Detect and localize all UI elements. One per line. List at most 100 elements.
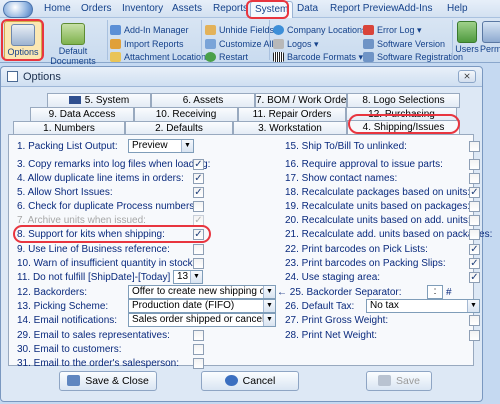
picking-scheme-select[interactable]: Production date (FIFO) ▼ — [128, 299, 276, 313]
logos-button[interactable]: Logos ▾ — [273, 38, 319, 50]
packing-list-output-select[interactable]: Preview ▼ — [128, 139, 194, 153]
email-sales-reps-checkbox[interactable] — [193, 330, 204, 341]
barcodes-packing-slips-checkbox[interactable]: ✓ — [469, 258, 480, 269]
duplicate-process-checkbox[interactable] — [193, 201, 204, 212]
barcodes-pick-lists-label: 22. Print barcodes on Pick Lists: — [285, 244, 428, 255]
tab-label: 5. System — [84, 95, 130, 106]
close-button[interactable]: ⨯ — [458, 70, 476, 83]
addin-manager-button[interactable]: Add-In Manager — [110, 24, 189, 36]
company-locations-button[interactable]: Company Locations ▾ — [273, 24, 374, 36]
recalc-addunits-packages-label: 21. Recalculate add. units based on pack… — [285, 229, 493, 240]
backorder-separator-input[interactable]: : — [427, 285, 443, 299]
recalc-packages-units-label: 18. Recalculate packages based on units: — [285, 187, 471, 198]
save-label: Save — [396, 375, 420, 387]
system-tab-highlight — [246, 0, 289, 19]
company-locations-label: Company Locations ▾ — [287, 25, 374, 35]
tab-inventory[interactable]: Inventory — [122, 3, 163, 14]
cancel-button[interactable]: Cancel — [201, 371, 299, 391]
approval-issue-checkbox[interactable] — [469, 159, 480, 170]
backorder-separator-suffix: # — [446, 287, 452, 298]
ribbon-separator — [452, 20, 453, 60]
tab-add-ins[interactable]: Add-Ins — [398, 3, 432, 14]
tab-receiving[interactable]: 10. Receiving — [134, 107, 238, 122]
approval-issue-label: 16. Require approval to issue parts: — [285, 159, 443, 170]
recalc-units-addunits-checkbox[interactable] — [469, 215, 480, 226]
show-contacts-checkbox[interactable] — [469, 173, 480, 184]
gross-weight-checkbox[interactable] — [469, 315, 480, 326]
undo-icon — [224, 375, 238, 386]
attachment-locations-button[interactable]: Attachment Locations — [110, 51, 211, 63]
duplicate-line-items-checkbox[interactable]: ✓ — [193, 173, 204, 184]
customize-all-button[interactable]: Customize All — [205, 38, 274, 50]
software-registration-button[interactable]: Software Registration — [363, 51, 463, 63]
software-version-button[interactable]: Software Version — [363, 38, 445, 50]
staging-area-checkbox[interactable]: ✓ — [469, 272, 480, 283]
copy-remarks-checkbox[interactable]: ✓ — [193, 159, 204, 170]
short-issues-checkbox[interactable]: ✓ — [193, 187, 204, 198]
tab-assets[interactable]: Assets — [172, 3, 202, 14]
backorders-select[interactable]: Offer to create new shipping order ▼ — [128, 285, 276, 299]
combo-value: No tax — [370, 300, 399, 311]
recalc-addunits-packages-checkbox[interactable] — [469, 229, 480, 240]
chevron-down-icon: ▼ — [263, 286, 275, 298]
email-notifications-select[interactable]: Sales order shipped or canceled ▼ — [128, 313, 276, 327]
net-weight-checkbox[interactable] — [469, 330, 480, 341]
cancel-label: Cancel — [242, 375, 276, 387]
permissions-button[interactable]: Perm... — [480, 21, 500, 61]
tab-system[interactable]: 5. System — [47, 93, 151, 108]
copy-remarks-label: 3. Copy remarks into log files when load… — [17, 159, 211, 170]
dialog-title: Options — [23, 71, 61, 83]
dialog-icon — [7, 71, 18, 82]
error-log-button[interactable]: Error Log ▾ — [363, 24, 422, 36]
unhide-fields-button[interactable]: Unhide Fields — [205, 24, 274, 36]
application-orb[interactable] — [3, 1, 33, 18]
tab-home[interactable]: Home — [44, 3, 71, 14]
default-tax-select[interactable]: No tax ▼ — [366, 299, 480, 313]
tab-bom-work-orders[interactable]: 7. BOM / Work Orders — [255, 93, 355, 108]
tab-label: 1. Numbers — [43, 123, 95, 134]
line-of-business-label: 9. Use Line of Business reference: — [17, 244, 170, 255]
import-icon — [110, 39, 121, 49]
tab-label: 2. Defaults — [155, 123, 203, 134]
do-not-fulfill-select[interactable]: 13 ▼ — [173, 270, 203, 284]
users-button[interactable]: Users — [455, 21, 479, 61]
users-icon — [457, 21, 477, 43]
backorders-label: 12. Backorders: — [17, 287, 88, 298]
ship-bill-unlinked-checkbox[interactable] — [469, 141, 480, 152]
tab-report-preview[interactable]: Report Preview — [330, 3, 398, 14]
software-registration-label: Software Registration — [377, 52, 464, 62]
tab-reports[interactable]: Reports — [213, 3, 248, 14]
tab-data[interactable]: Data — [297, 3, 318, 14]
chevron-down-icon: ▼ — [263, 300, 275, 312]
packing-list-output-label: 1. Packing List Output: — [17, 141, 118, 152]
import-reports-button[interactable]: Import Reports — [110, 38, 184, 50]
import-reports-label: Import Reports — [124, 39, 184, 49]
tab-data-access[interactable]: 9. Data Access — [30, 107, 134, 122]
insufficient-qty-checkbox[interactable] — [193, 258, 204, 269]
tab-repair-orders[interactable]: 11. Repair Orders — [238, 107, 346, 122]
restart-button[interactable]: Restart — [205, 51, 248, 63]
recalc-packages-units-checkbox[interactable]: ✓ — [469, 187, 480, 198]
options-button-highlight — [1, 19, 44, 61]
default-documents-button[interactable]: Default Documents and Screens — [43, 21, 103, 76]
barcode-formats-label: Barcode Formats ▾ — [287, 52, 364, 62]
email-customers-checkbox[interactable] — [193, 344, 204, 355]
tab-assets[interactable]: 6. Assets — [151, 93, 255, 108]
save-icon — [378, 375, 392, 386]
save-button[interactable]: Save — [366, 371, 432, 391]
combo-value: Production date (FIFO) — [132, 300, 235, 311]
tab-orders[interactable]: Orders — [81, 3, 112, 14]
ship-bill-unlinked-label: 15. Ship To/Bill To unlinked: — [285, 141, 407, 152]
barcodes-pick-lists-checkbox[interactable]: ✓ — [469, 244, 480, 255]
tab-help[interactable]: Help — [447, 3, 468, 14]
save-close-button[interactable]: Save & Close — [59, 371, 157, 391]
shipping-tab-highlight — [348, 114, 460, 134]
barcode-formats-button[interactable]: Barcode Formats ▾ — [273, 51, 363, 63]
email-salesperson-checkbox[interactable] — [193, 358, 204, 369]
tab-logo-selections[interactable]: 8. Logo Selections — [347, 93, 460, 108]
recalc-units-packages-checkbox[interactable] — [469, 201, 480, 212]
globe-icon — [273, 25, 284, 35]
backorder-separator-text: 25. Backorder Separator: — [289, 287, 402, 298]
line-of-business-checkbox[interactable] — [193, 244, 204, 255]
ribbon-separator — [107, 20, 108, 60]
